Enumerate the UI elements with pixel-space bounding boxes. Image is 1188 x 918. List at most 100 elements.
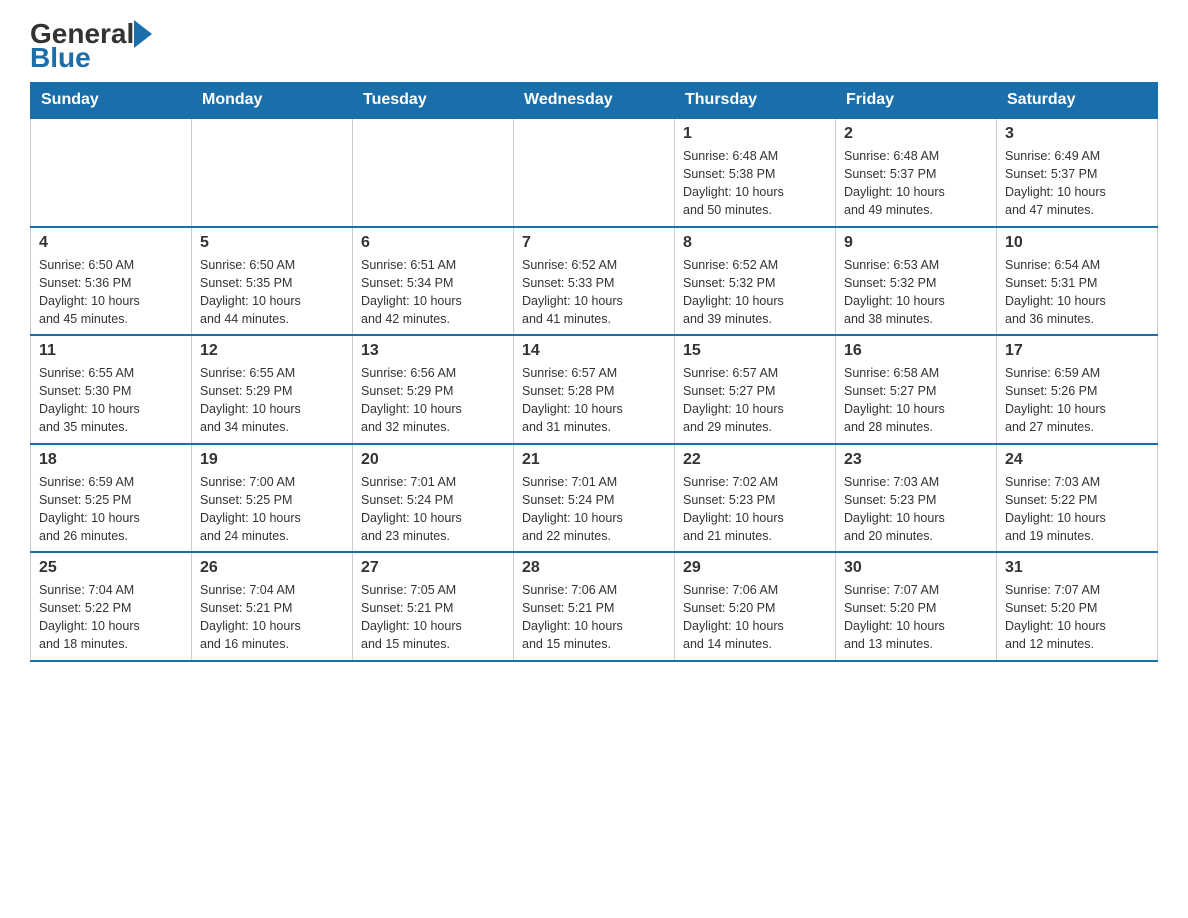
day-number: 19: [200, 451, 344, 469]
day-number: 27: [361, 559, 505, 577]
day-number: 20: [361, 451, 505, 469]
day-sun-info: Sunrise: 7:00 AM Sunset: 5:25 PM Dayligh…: [200, 473, 344, 546]
day-number: 3: [1005, 125, 1149, 143]
day-sun-info: Sunrise: 7:03 AM Sunset: 5:23 PM Dayligh…: [844, 473, 988, 546]
calendar-week-row: 25 Sunrise: 7:04 AM Sunset: 5:22 PM Dayli…: [31, 552, 1158, 661]
day-sun-info: Sunrise: 6:52 AM Sunset: 5:32 PM Dayligh…: [683, 256, 827, 329]
day-sun-info: Sunrise: 6:52 AM Sunset: 5:33 PM Dayligh…: [522, 256, 666, 329]
day-sun-info: Sunrise: 6:56 AM Sunset: 5:29 PM Dayligh…: [361, 364, 505, 437]
day-number: 11: [39, 342, 183, 360]
day-number: 5: [200, 234, 344, 252]
calendar-cell: 7 Sunrise: 6:52 AM Sunset: 5:33 PM Daylig…: [514, 227, 675, 336]
day-number: 25: [39, 559, 183, 577]
day-sun-info: Sunrise: 7:03 AM Sunset: 5:22 PM Dayligh…: [1005, 473, 1149, 546]
day-number: 14: [522, 342, 666, 360]
weekday-header-friday: Friday: [836, 83, 997, 119]
day-number: 4: [39, 234, 183, 252]
calendar-cell: 6 Sunrise: 6:51 AM Sunset: 5:34 PM Daylig…: [353, 227, 514, 336]
calendar-cell: 4 Sunrise: 6:50 AM Sunset: 5:36 PM Daylig…: [31, 227, 192, 336]
day-number: 7: [522, 234, 666, 252]
day-sun-info: Sunrise: 6:50 AM Sunset: 5:36 PM Dayligh…: [39, 256, 183, 329]
calendar-week-row: 18 Sunrise: 6:59 AM Sunset: 5:25 PM Dayli…: [31, 444, 1158, 553]
calendar-cell: 28 Sunrise: 7:06 AM Sunset: 5:21 PM Dayli…: [514, 552, 675, 661]
day-number: 8: [683, 234, 827, 252]
calendar-cell: 17 Sunrise: 6:59 AM Sunset: 5:26 PM Dayli…: [997, 335, 1158, 444]
calendar-cell: 30Sunrise: 7:07 AM Sunset: 5:20 PM Dayli…: [836, 552, 997, 661]
day-number: 28: [522, 559, 666, 577]
day-sun-info: Sunrise: 6:54 AM Sunset: 5:31 PM Dayligh…: [1005, 256, 1149, 329]
calendar-cell: 11 Sunrise: 6:55 AM Sunset: 5:30 PM Dayli…: [31, 335, 192, 444]
calendar-cell: [514, 118, 675, 227]
calendar-cell: [353, 118, 514, 227]
weekday-header-thursday: Thursday: [675, 83, 836, 119]
day-sun-info: Sunrise: 7:04 AM Sunset: 5:21 PM Dayligh…: [200, 581, 344, 654]
calendar-week-row: 11 Sunrise: 6:55 AM Sunset: 5:30 PM Dayli…: [31, 335, 1158, 444]
day-sun-info: Sunrise: 6:53 AM Sunset: 5:32 PM Dayligh…: [844, 256, 988, 329]
day-sun-info: Sunrise: 7:06 AM Sunset: 5:21 PM Dayligh…: [522, 581, 666, 654]
day-number: 17: [1005, 342, 1149, 360]
day-sun-info: Sunrise: 6:48 AM Sunset: 5:37 PM Dayligh…: [844, 147, 988, 220]
calendar-cell: 15Sunrise: 6:57 AM Sunset: 5:27 PM Dayli…: [675, 335, 836, 444]
day-sun-info: Sunrise: 7:05 AM Sunset: 5:21 PM Dayligh…: [361, 581, 505, 654]
calendar-cell: 1Sunrise: 6:48 AM Sunset: 5:38 PM Daylig…: [675, 118, 836, 227]
day-sun-info: Sunrise: 6:51 AM Sunset: 5:34 PM Dayligh…: [361, 256, 505, 329]
day-number: 12: [200, 342, 344, 360]
calendar-cell: 10 Sunrise: 6:54 AM Sunset: 5:31 PM Dayli…: [997, 227, 1158, 336]
calendar-cell: 19 Sunrise: 7:00 AM Sunset: 5:25 PM Dayli…: [192, 444, 353, 553]
calendar-header-row: SundayMondayTuesdayWednesdayThursdayFrid…: [31, 83, 1158, 119]
day-sun-info: Sunrise: 7:02 AM Sunset: 5:23 PM Dayligh…: [683, 473, 827, 546]
day-number: 29: [683, 559, 827, 577]
day-sun-info: Sunrise: 7:01 AM Sunset: 5:24 PM Dayligh…: [361, 473, 505, 546]
day-number: 26: [200, 559, 344, 577]
day-sun-info: Sunrise: 7:06 AM Sunset: 5:20 PM Dayligh…: [683, 581, 827, 654]
calendar-week-row: 1Sunrise: 6:48 AM Sunset: 5:38 PM Daylig…: [31, 118, 1158, 227]
day-sun-info: Sunrise: 6:58 AM Sunset: 5:27 PM Dayligh…: [844, 364, 988, 437]
weekday-header-sunday: Sunday: [31, 83, 192, 119]
calendar-cell: 31Sunrise: 7:07 AM Sunset: 5:20 PM Dayli…: [997, 552, 1158, 661]
calendar-cell: 21Sunrise: 7:01 AM Sunset: 5:24 PM Dayli…: [514, 444, 675, 553]
calendar-cell: [31, 118, 192, 227]
day-number: 18: [39, 451, 183, 469]
day-sun-info: Sunrise: 6:50 AM Sunset: 5:35 PM Dayligh…: [200, 256, 344, 329]
day-sun-info: Sunrise: 7:04 AM Sunset: 5:22 PM Dayligh…: [39, 581, 183, 654]
calendar-cell: [192, 118, 353, 227]
calendar-cell: 12 Sunrise: 6:55 AM Sunset: 5:29 PM Dayli…: [192, 335, 353, 444]
page-header: GeneralBlue: [30, 20, 1158, 72]
day-number: 13: [361, 342, 505, 360]
day-sun-info: Sunrise: 6:59 AM Sunset: 5:25 PM Dayligh…: [39, 473, 183, 546]
day-number: 6: [361, 234, 505, 252]
calendar-cell: 25 Sunrise: 7:04 AM Sunset: 5:22 PM Dayli…: [31, 552, 192, 661]
calendar-cell: 9 Sunrise: 6:53 AM Sunset: 5:32 PM Daylig…: [836, 227, 997, 336]
day-number: 9: [844, 234, 988, 252]
day-number: 31: [1005, 559, 1149, 577]
day-sun-info: Sunrise: 6:55 AM Sunset: 5:29 PM Dayligh…: [200, 364, 344, 437]
day-number: 2: [844, 125, 988, 143]
day-sun-info: Sunrise: 6:55 AM Sunset: 5:30 PM Dayligh…: [39, 364, 183, 437]
day-number: 23: [844, 451, 988, 469]
calendar-cell: 29 Sunrise: 7:06 AM Sunset: 5:20 PM Dayli…: [675, 552, 836, 661]
calendar-cell: 5 Sunrise: 6:50 AM Sunset: 5:35 PM Daylig…: [192, 227, 353, 336]
logo-blue-text: Blue: [30, 42, 91, 73]
logo: GeneralBlue: [30, 20, 152, 72]
calendar-table: SundayMondayTuesdayWednesdayThursdayFrid…: [30, 82, 1158, 662]
day-sun-info: Sunrise: 6:49 AM Sunset: 5:37 PM Dayligh…: [1005, 147, 1149, 220]
day-number: 10: [1005, 234, 1149, 252]
calendar-cell: 2 Sunrise: 6:48 AM Sunset: 5:37 PM Daylig…: [836, 118, 997, 227]
day-number: 16: [844, 342, 988, 360]
day-number: 24: [1005, 451, 1149, 469]
weekday-header-tuesday: Tuesday: [353, 83, 514, 119]
calendar-cell: 20 Sunrise: 7:01 AM Sunset: 5:24 PM Dayli…: [353, 444, 514, 553]
calendar-cell: 18 Sunrise: 6:59 AM Sunset: 5:25 PM Dayli…: [31, 444, 192, 553]
day-sun-info: Sunrise: 6:57 AM Sunset: 5:27 PM Dayligh…: [683, 364, 827, 437]
calendar-cell: 13 Sunrise: 6:56 AM Sunset: 5:29 PM Dayli…: [353, 335, 514, 444]
calendar-cell: 27 Sunrise: 7:05 AM Sunset: 5:21 PM Dayli…: [353, 552, 514, 661]
day-number: 21: [522, 451, 666, 469]
calendar-cell: 14Sunrise: 6:57 AM Sunset: 5:28 PM Dayli…: [514, 335, 675, 444]
calendar-cell: 23 Sunrise: 7:03 AM Sunset: 5:23 PM Dayli…: [836, 444, 997, 553]
day-number: 30: [844, 559, 988, 577]
calendar-cell: 24 Sunrise: 7:03 AM Sunset: 5:22 PM Dayli…: [997, 444, 1158, 553]
calendar-cell: 22Sunrise: 7:02 AM Sunset: 5:23 PM Dayli…: [675, 444, 836, 553]
weekday-header-saturday: Saturday: [997, 83, 1158, 119]
calendar-cell: 8 Sunrise: 6:52 AM Sunset: 5:32 PM Daylig…: [675, 227, 836, 336]
day-sun-info: Sunrise: 6:59 AM Sunset: 5:26 PM Dayligh…: [1005, 364, 1149, 437]
